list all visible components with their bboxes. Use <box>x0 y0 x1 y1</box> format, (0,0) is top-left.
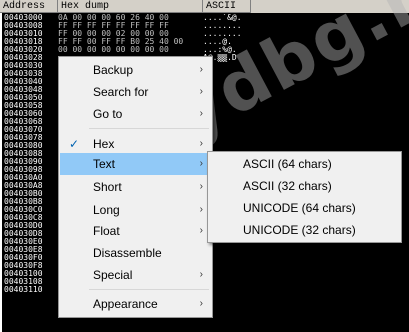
dump-address[interactable]: 00403088 <box>4 150 58 158</box>
menu-item-short[interactable]: Short › <box>60 176 211 198</box>
chevron-right-icon: › <box>199 138 203 149</box>
dump-ascii-text[interactable]: ........ <box>203 22 259 30</box>
chevron-right-icon: › <box>199 204 203 215</box>
dump-address[interactable]: 00403078 <box>4 134 58 142</box>
submenu-item-label: ASCII (64 chars) <box>243 157 332 171</box>
submenu-item-label: UNICODE (32 chars) <box>243 223 356 237</box>
dump-address[interactable]: 00403060 <box>4 110 58 118</box>
dump-address[interactable]: 00403098 <box>4 166 58 174</box>
menu-item-backup[interactable]: Backup › <box>60 59 211 81</box>
dump-address[interactable]: 00403080 <box>4 142 58 150</box>
dump-address[interactable]: 00403000 <box>4 14 58 22</box>
menu-item-label: Short <box>93 180 122 194</box>
dump-address[interactable]: 00403028 <box>4 54 58 62</box>
dump-address[interactable]: 00403070 <box>4 126 58 134</box>
dump-ascii-text[interactable]: ....`&@. <box>203 14 259 22</box>
menu-item-go-to[interactable]: Go to › <box>60 103 211 125</box>
menu-item-special[interactable]: Special › <box>60 264 211 286</box>
submenu-item-label: UNICODE (64 chars) <box>243 201 356 215</box>
menu-item-label: Backup <box>93 63 134 77</box>
chevron-right-icon: › <box>199 158 203 169</box>
menu-item-hex[interactable]: ✓ Hex › <box>60 133 211 155</box>
dump-address[interactable]: 00403090 <box>4 158 58 166</box>
dump-address[interactable]: 004030F0 <box>4 254 58 262</box>
dump-hex-bytes[interactable]: FF 00 00 00 02 00 00 00 <box>58 30 203 38</box>
menu-item-label: Hex <box>93 137 115 151</box>
dump-address[interactable]: 004030A0 <box>4 174 58 182</box>
dump-hex-bytes[interactable]: 00 00 00 00 00 00 00 00 <box>58 46 203 54</box>
dump-address[interactable]: 00403038 <box>4 70 58 78</box>
menu-item-label: Text <box>93 157 116 171</box>
dump-address[interactable]: 00403108 <box>4 278 58 286</box>
address-column: 00403000 00403008 00403010 00403018 00403020… <box>4 14 58 294</box>
dump-address[interactable]: 004030A8 <box>4 182 58 190</box>
menu-item-label: Long <box>93 203 120 217</box>
dump-address[interactable]: 00403068 <box>4 118 58 126</box>
pane-left-border <box>0 13 2 332</box>
menu-item-appearance[interactable]: Appearance › <box>60 293 211 315</box>
chevron-right-icon: › <box>199 64 203 75</box>
menu-item-long[interactable]: Long › <box>60 199 211 221</box>
dump-hex-bytes[interactable]: FF FF 00 FF FF B0 25 40 00 <box>58 38 203 46</box>
menu-item-label: Appearance <box>93 297 158 311</box>
dump-address[interactable]: 004030B8 <box>4 198 58 206</box>
dump-address[interactable]: 00403020 <box>4 46 58 54</box>
column-header-ascii[interactable]: ASCII <box>203 0 251 13</box>
dump-address[interactable]: 004030F8 <box>4 262 58 270</box>
dump-ascii-text[interactable]: ...:%@. <box>203 46 259 54</box>
menu-item-text[interactable]: Text › <box>60 153 211 175</box>
dump-address[interactable]: 00403048 <box>4 86 58 94</box>
dump-address[interactable]: 004030B0 <box>4 190 58 198</box>
chevron-right-icon: › <box>199 108 203 119</box>
submenu-item-unicode-32[interactable]: UNICODE (32 chars) <box>209 219 400 241</box>
menu-item-disassemble[interactable]: Disassemble <box>60 242 211 264</box>
menu-separator <box>89 289 209 290</box>
dump-hex-bytes[interactable]: 0A 00 00 00 60 26 40 00 <box>58 14 203 22</box>
submenu-item-ascii-64[interactable]: ASCII (64 chars) <box>209 153 400 175</box>
menu-item-label: Go to <box>93 107 123 121</box>
dump-hex-bytes[interactable]: FF FF FF FF FF FF FF FF <box>58 22 203 30</box>
menu-item-search-for[interactable]: Search for › <box>60 81 211 103</box>
menu-item-label: Special <box>93 268 133 282</box>
column-header-address[interactable]: Address <box>0 0 58 13</box>
chevron-right-icon: › <box>199 298 203 309</box>
chevron-right-icon: › <box>199 269 203 280</box>
dump-address[interactable]: 00403058 <box>4 102 58 110</box>
chevron-right-icon: › <box>199 181 203 192</box>
chevron-right-icon: › <box>199 225 203 236</box>
dump-address[interactable]: 004030C8 <box>4 214 58 222</box>
dump-window: Address Hex dump ASCII 00403000 00403008 0… <box>0 0 409 332</box>
column-header-bar: Address Hex dump ASCII <box>0 0 409 13</box>
submenu-item-unicode-64[interactable]: UNICODE (64 chars) <box>209 197 400 219</box>
menu-item-label: Search for <box>93 85 149 99</box>
dump-address[interactable]: 004030E0 <box>4 238 58 246</box>
dump-address[interactable]: 00403040 <box>4 78 58 86</box>
submenu-item-ascii-32[interactable]: ASCII (32 chars) <box>209 175 400 197</box>
menu-item-label: Float <box>93 224 120 238</box>
dump-ascii-text[interactable]: ........ <box>203 30 259 38</box>
column-header-hex-dump[interactable]: Hex dump <box>58 0 203 13</box>
checkmark-icon: ✓ <box>69 137 80 151</box>
context-menu: Backup › Search for › Go to › ✓ Hex › Te… <box>58 56 213 318</box>
text-submenu: ASCII (64 chars) ASCII (32 chars) UNICOD… <box>207 151 402 243</box>
menu-item-label: Disassemble <box>93 246 162 260</box>
dump-address[interactable]: 00403100 <box>4 270 58 278</box>
dump-address[interactable]: 00403110 <box>4 286 58 294</box>
dump-address[interactable]: 00403050 <box>4 94 58 102</box>
chevron-right-icon: › <box>199 86 203 97</box>
dump-address[interactable]: 00403018 <box>4 38 58 46</box>
dump-address[interactable]: 004030E8 <box>4 246 58 254</box>
dump-address[interactable]: 004030D8 <box>4 230 58 238</box>
dump-address[interactable]: 00403030 <box>4 62 58 70</box>
menu-item-float[interactable]: Float › <box>60 220 211 242</box>
dump-address[interactable]: 00403010 <box>4 30 58 38</box>
submenu-item-label: ASCII (32 chars) <box>243 179 332 193</box>
dump-address[interactable]: 004030C0 <box>4 206 58 214</box>
dump-ascii-text[interactable]: ....@. <box>203 38 259 46</box>
dump-address[interactable]: 00403008 <box>4 22 58 30</box>
menu-separator <box>89 128 209 129</box>
dump-address[interactable]: 004030D0 <box>4 222 58 230</box>
